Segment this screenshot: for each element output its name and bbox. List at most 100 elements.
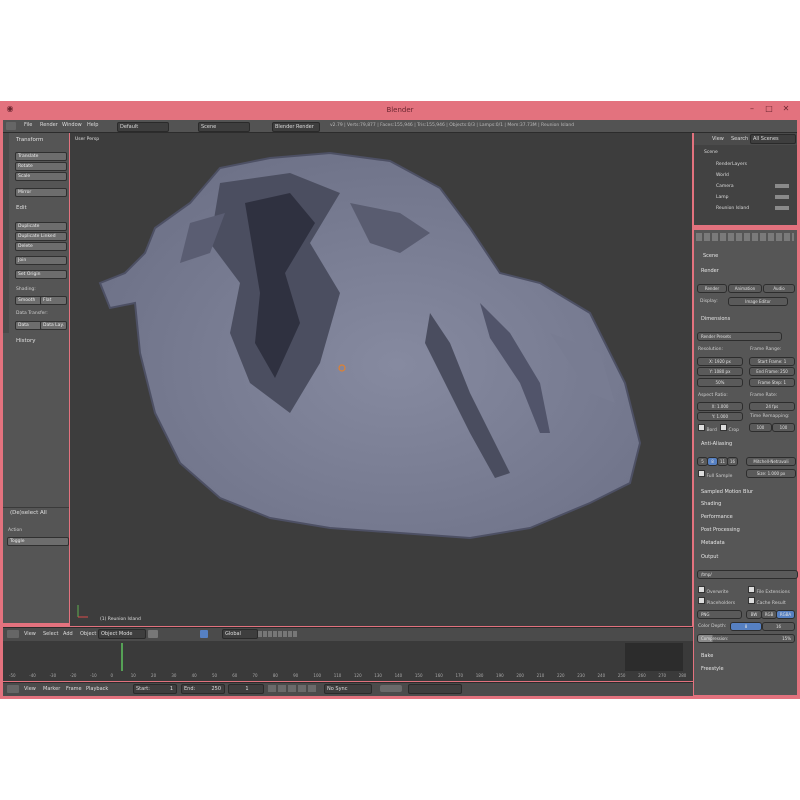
editor-type-icon[interactable]: [7, 685, 19, 693]
set-origin-button[interactable]: Set Origin: [15, 270, 67, 279]
menu-object[interactable]: Object: [80, 631, 96, 637]
menu-add[interactable]: Add: [63, 631, 73, 637]
join-button[interactable]: Join: [15, 256, 67, 265]
layout-select[interactable]: Default: [117, 122, 169, 132]
keying-set-field[interactable]: [408, 684, 462, 694]
motion-blur-panel-header[interactable]: Sampled Motion Blur: [701, 489, 753, 495]
display-select[interactable]: Image Editor: [728, 297, 788, 306]
tool-tabs[interactable]: [3, 133, 9, 333]
minimize-icon[interactable]: –: [745, 103, 759, 115]
placeholders-checkbox[interactable]: Placeholders: [698, 597, 735, 606]
menu-view[interactable]: View: [24, 686, 36, 692]
playback-controls[interactable]: [268, 685, 318, 692]
remap-new-field[interactable]: 100: [772, 423, 795, 432]
end-frame-field[interactable]: End Frame: 250: [749, 367, 795, 376]
filter-size-field[interactable]: Size: 1.000 px: [746, 469, 796, 478]
full-sample-checkbox[interactable]: Full Sample: [698, 470, 732, 479]
resolution-x-field[interactable]: X: 1920 px: [697, 357, 743, 366]
delete-button[interactable]: Delete: [15, 242, 67, 251]
outliner-renderlayers[interactable]: RenderLayers: [716, 162, 747, 167]
crop-checkbox[interactable]: Crop: [720, 424, 739, 433]
file-extensions-checkbox[interactable]: File Extensions: [748, 586, 790, 595]
dimensions-panel-header[interactable]: Dimensions: [701, 316, 730, 322]
editor-type-icon[interactable]: [6, 122, 16, 130]
outliner-tab-search[interactable]: Search: [731, 136, 748, 142]
anti-aliasing-panel-header[interactable]: Anti-Aliasing: [701, 441, 732, 447]
layer-buttons[interactable]: [258, 631, 298, 637]
post-processing-panel-header[interactable]: Post Processing: [701, 527, 740, 533]
visibility-icons[interactable]: [775, 184, 789, 214]
mirror-button[interactable]: Mirror: [15, 188, 67, 197]
scene-select[interactable]: Scene: [198, 122, 250, 132]
sync-select[interactable]: No Sync: [324, 684, 372, 694]
audio-button[interactable]: Audio: [763, 284, 795, 293]
cache-result-checkbox[interactable]: Cache Result: [748, 597, 786, 606]
flat-button[interactable]: Flat: [40, 296, 67, 305]
start-frame-field[interactable]: Start: 1: [133, 684, 177, 694]
freestyle-panel-header[interactable]: Freestyle: [701, 666, 724, 672]
rotate-button[interactable]: Rotate: [15, 162, 67, 171]
render-button[interactable]: Render: [697, 284, 727, 293]
menu-help[interactable]: Help: [87, 122, 98, 128]
compression-slider[interactable]: Compression: 15%: [697, 634, 795, 643]
frame-step-field[interactable]: Frame Step: 1: [749, 378, 795, 387]
scale-button[interactable]: Scale: [15, 172, 67, 181]
outliner-reunion-island[interactable]: Reunion Island: [716, 206, 749, 211]
overwrite-checkbox[interactable]: Overwrite: [698, 586, 729, 595]
animation-button[interactable]: Animation: [728, 284, 762, 293]
color-bw-button[interactable]: BW: [746, 610, 762, 619]
outliner-tab-view[interactable]: View: [712, 136, 724, 142]
end-frame-field[interactable]: End: 250: [181, 684, 225, 694]
color-rgb-button[interactable]: RGB: [761, 610, 777, 619]
3d-viewport[interactable]: [70, 133, 692, 626]
menu-playback[interactable]: Playback: [86, 686, 108, 692]
display-mode-select[interactable]: All Scenes: [750, 134, 796, 144]
resolution-y-field[interactable]: Y: 1080 px: [697, 367, 743, 376]
operator-panel-header[interactable]: (De)select All: [10, 510, 47, 516]
outliner-camera[interactable]: Camera: [716, 184, 734, 189]
depth-16-button[interactable]: 16: [762, 622, 795, 631]
render-engine-select[interactable]: Blender Render: [272, 122, 320, 132]
outliner-lamp[interactable]: Lamp: [716, 195, 729, 200]
current-frame-marker[interactable]: [121, 643, 123, 671]
edit-panel-header[interactable]: Edit: [16, 205, 27, 211]
menu-render[interactable]: Render: [40, 122, 58, 128]
start-frame-field[interactable]: Start Frame: 1: [749, 357, 795, 366]
action-select[interactable]: Toggle: [7, 537, 69, 546]
aspect-x-field[interactable]: X: 1.000: [697, 402, 743, 411]
color-rgba-button[interactable]: RGBA: [776, 610, 795, 619]
data-layout-button[interactable]: Data Lay.: [40, 321, 67, 330]
shading-mode-icon[interactable]: [148, 630, 158, 638]
render-panel-header[interactable]: Render: [701, 268, 719, 274]
translate-button[interactable]: Translate: [15, 152, 67, 161]
bake-panel-header[interactable]: Bake: [701, 653, 713, 659]
maximize-icon[interactable]: □: [762, 103, 776, 115]
menu-window[interactable]: Window: [62, 122, 82, 128]
file-format-select[interactable]: PNG: [697, 610, 742, 619]
menu-view[interactable]: View: [24, 631, 36, 637]
history-panel-header[interactable]: History: [16, 338, 36, 344]
metadata-panel-header[interactable]: Metadata: [701, 540, 725, 546]
outliner-scene[interactable]: Scene: [704, 150, 718, 155]
menu-select[interactable]: Select: [43, 631, 58, 637]
border-checkbox[interactable]: Bord: [698, 424, 717, 433]
manipulator-icon[interactable]: [200, 630, 208, 638]
aa-samples-16[interactable]: 16: [727, 457, 738, 466]
orientation-select[interactable]: Global: [222, 629, 258, 639]
menu-marker[interactable]: Marker: [43, 686, 60, 692]
resolution-percent-field[interactable]: 50%: [697, 378, 743, 387]
close-icon[interactable]: ✕: [779, 103, 793, 115]
render-presets-select[interactable]: Render Presets: [697, 332, 782, 341]
remap-old-field[interactable]: 100: [749, 423, 772, 432]
duplicate-linked-button[interactable]: Duplicate Linked: [15, 232, 67, 241]
data-button[interactable]: Data: [15, 321, 42, 330]
performance-panel-header[interactable]: Performance: [701, 514, 733, 520]
duplicate-button[interactable]: Duplicate: [15, 222, 67, 231]
shading-panel-header[interactable]: Shading: [701, 501, 721, 507]
transform-panel-header[interactable]: Transform: [16, 137, 43, 143]
output-path-field[interactable]: /tmp/: [697, 570, 798, 579]
current-frame-field[interactable]: 1: [228, 684, 264, 694]
depth-8-button[interactable]: 8: [730, 622, 762, 631]
fps-select[interactable]: 24 fps: [749, 402, 795, 411]
outliner-world[interactable]: World: [716, 173, 729, 178]
